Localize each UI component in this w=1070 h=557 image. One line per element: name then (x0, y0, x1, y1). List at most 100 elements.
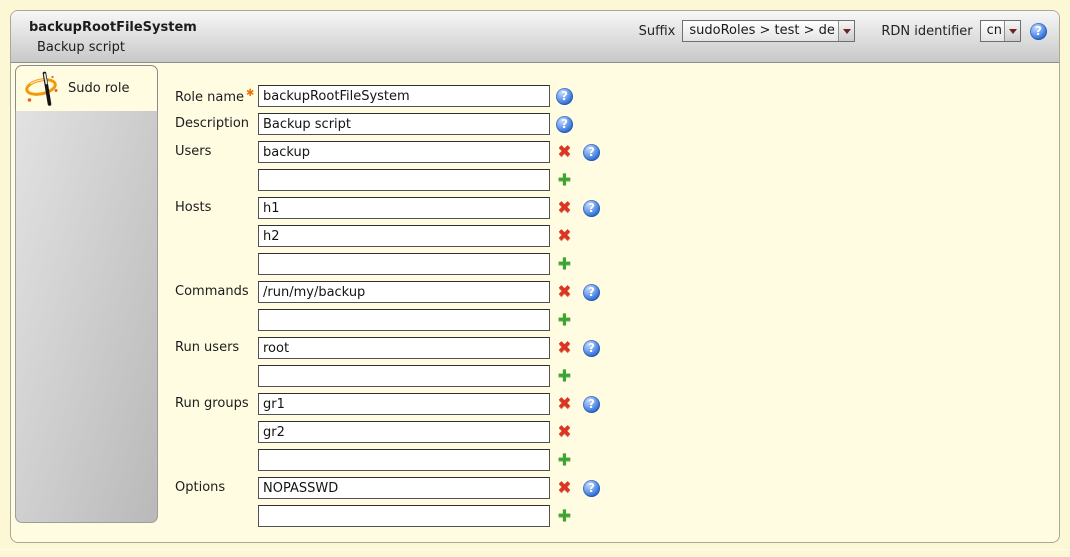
delete-icon[interactable]: ✖ (556, 423, 573, 441)
help-icon[interactable]: ? (556, 116, 573, 133)
form-row: ✚ (258, 505, 600, 527)
field-input-description[interactable] (258, 113, 550, 135)
help-icon[interactable]: ? (556, 88, 573, 105)
form-group-hosts: Hosts ✖? ✖ ✚ (175, 197, 600, 281)
field-rows-users: ✖? ✚ (258, 141, 600, 197)
field-input-commands[interactable] (258, 281, 550, 303)
delete-icon[interactable]: ✖ (556, 283, 573, 301)
chevron-down-icon[interactable] (1004, 21, 1020, 41)
field-rows-role-name: ? (258, 85, 573, 113)
sudo-role-form: Role name✱?Description?Users✖?✚Hosts✖?✖✚… (175, 63, 600, 533)
header-controls: Suffix sudoRoles > test > de RDN identif… (639, 19, 1047, 43)
form-row: ✖? (258, 281, 600, 303)
suffix-select[interactable]: sudoRoles > test > de (682, 20, 855, 42)
field-label-text: Run users (175, 340, 239, 355)
field-label-run-groups: Run groups (175, 393, 258, 477)
field-rows-commands: ✖? ✚ (258, 281, 600, 337)
form-group-commands: Commands ✖? ✚ (175, 281, 600, 337)
field-input-hosts[interactable] (258, 197, 550, 219)
field-input-users[interactable] (258, 141, 550, 163)
add-icon[interactable]: ✚ (556, 311, 573, 329)
rdn-identifier-label: RDN identifier (881, 24, 972, 39)
field-input-options[interactable] (258, 477, 550, 499)
form-row: ✖? (258, 337, 600, 359)
content-area: Sudo role Role name✱?Description?Users✖?… (11, 63, 1059, 533)
field-label-description: Description (175, 113, 258, 141)
help-icon[interactable]: ? (583, 340, 600, 357)
field-input-hosts[interactable] (258, 253, 550, 275)
field-input-options[interactable] (258, 505, 550, 527)
field-label-run-users: Run users (175, 337, 258, 393)
help-icon[interactable]: ? (583, 480, 600, 497)
footer-divider (0, 549, 1070, 550)
field-input-commands[interactable] (258, 309, 550, 331)
form-group-run-users: Run users ✖? ✚ (175, 337, 600, 393)
form-group-users: Users ✖? ✚ (175, 141, 600, 197)
form-row: ✚ (258, 253, 600, 275)
form-group-options: Options ✖? ✚ (175, 477, 600, 533)
field-input-run-groups[interactable] (258, 421, 550, 443)
field-label-text: Users (175, 144, 211, 159)
field-input-run-users[interactable] (258, 365, 550, 387)
delete-icon[interactable]: ✖ (556, 339, 573, 357)
tab-label: Sudo role (68, 81, 129, 96)
field-label-commands: Commands (175, 281, 258, 337)
field-input-users[interactable] (258, 169, 550, 191)
field-label-hosts: Hosts (175, 197, 258, 281)
rdn-select[interactable]: cn (980, 20, 1021, 42)
help-icon[interactable]: ? (583, 200, 600, 217)
form-group-description: Description? (175, 113, 600, 141)
form-row: ✖ (258, 225, 600, 247)
delete-icon[interactable]: ✖ (556, 143, 573, 161)
help-icon[interactable]: ? (1030, 23, 1047, 40)
form-row: ? (258, 85, 573, 107)
suffix-select-value: sudoRoles > test > de (683, 21, 838, 41)
page-title: backupRootFileSystem (29, 20, 197, 35)
field-input-run-groups[interactable] (258, 449, 550, 471)
field-rows-run-users: ✖? ✚ (258, 337, 600, 393)
wand-icon (25, 71, 59, 107)
field-label-text: Hosts (175, 200, 211, 215)
field-input-hosts[interactable] (258, 225, 550, 247)
sidebar-background (15, 111, 158, 523)
delete-icon[interactable]: ✖ (556, 199, 573, 217)
form-row: ✚ (258, 309, 600, 331)
field-label-text: Description (175, 116, 249, 131)
chevron-down-icon[interactable] (838, 21, 854, 41)
form-row: ✚ (258, 449, 600, 471)
field-label-text: Commands (175, 284, 249, 299)
field-input-run-groups[interactable] (258, 393, 550, 415)
tab-sudo-role[interactable]: Sudo role (15, 65, 158, 111)
add-icon[interactable]: ✚ (556, 367, 573, 385)
form-row: ✖ (258, 421, 600, 443)
form-row: ✚ (258, 365, 600, 387)
delete-icon[interactable]: ✖ (556, 479, 573, 497)
suffix-label: Suffix (639, 24, 676, 39)
field-label-text: Run groups (175, 396, 249, 411)
field-input-role-name[interactable] (258, 85, 550, 107)
add-icon[interactable]: ✚ (556, 255, 573, 273)
rdn-select-value: cn (981, 21, 1004, 41)
delete-icon[interactable]: ✖ (556, 227, 573, 245)
field-label-users: Users (175, 141, 258, 197)
add-icon[interactable]: ✚ (556, 507, 573, 525)
form-row: ✖? (258, 141, 600, 163)
field-rows-description: ? (258, 113, 573, 141)
help-icon[interactable]: ? (583, 396, 600, 413)
main-panel: backupRootFileSystem Backup script Suffi… (10, 10, 1060, 543)
page-subtitle: Backup script (37, 40, 197, 55)
header-bar: backupRootFileSystem Backup script Suffi… (11, 11, 1059, 63)
header-titles: backupRootFileSystem Backup script (29, 18, 197, 62)
help-icon[interactable]: ? (583, 284, 600, 301)
form-row: ✖? (258, 393, 600, 415)
sidebar: Sudo role (15, 65, 158, 533)
delete-icon[interactable]: ✖ (556, 395, 573, 413)
form-group-role-name: Role name✱? (175, 85, 600, 113)
add-icon[interactable]: ✚ (556, 451, 573, 469)
add-icon[interactable]: ✚ (556, 171, 573, 189)
form-group-run-groups: Run groups✖?✖✚ (175, 393, 600, 477)
field-label-options: Options (175, 477, 258, 533)
field-label-text: Options (175, 480, 225, 495)
field-input-run-users[interactable] (258, 337, 550, 359)
help-icon[interactable]: ? (583, 144, 600, 161)
